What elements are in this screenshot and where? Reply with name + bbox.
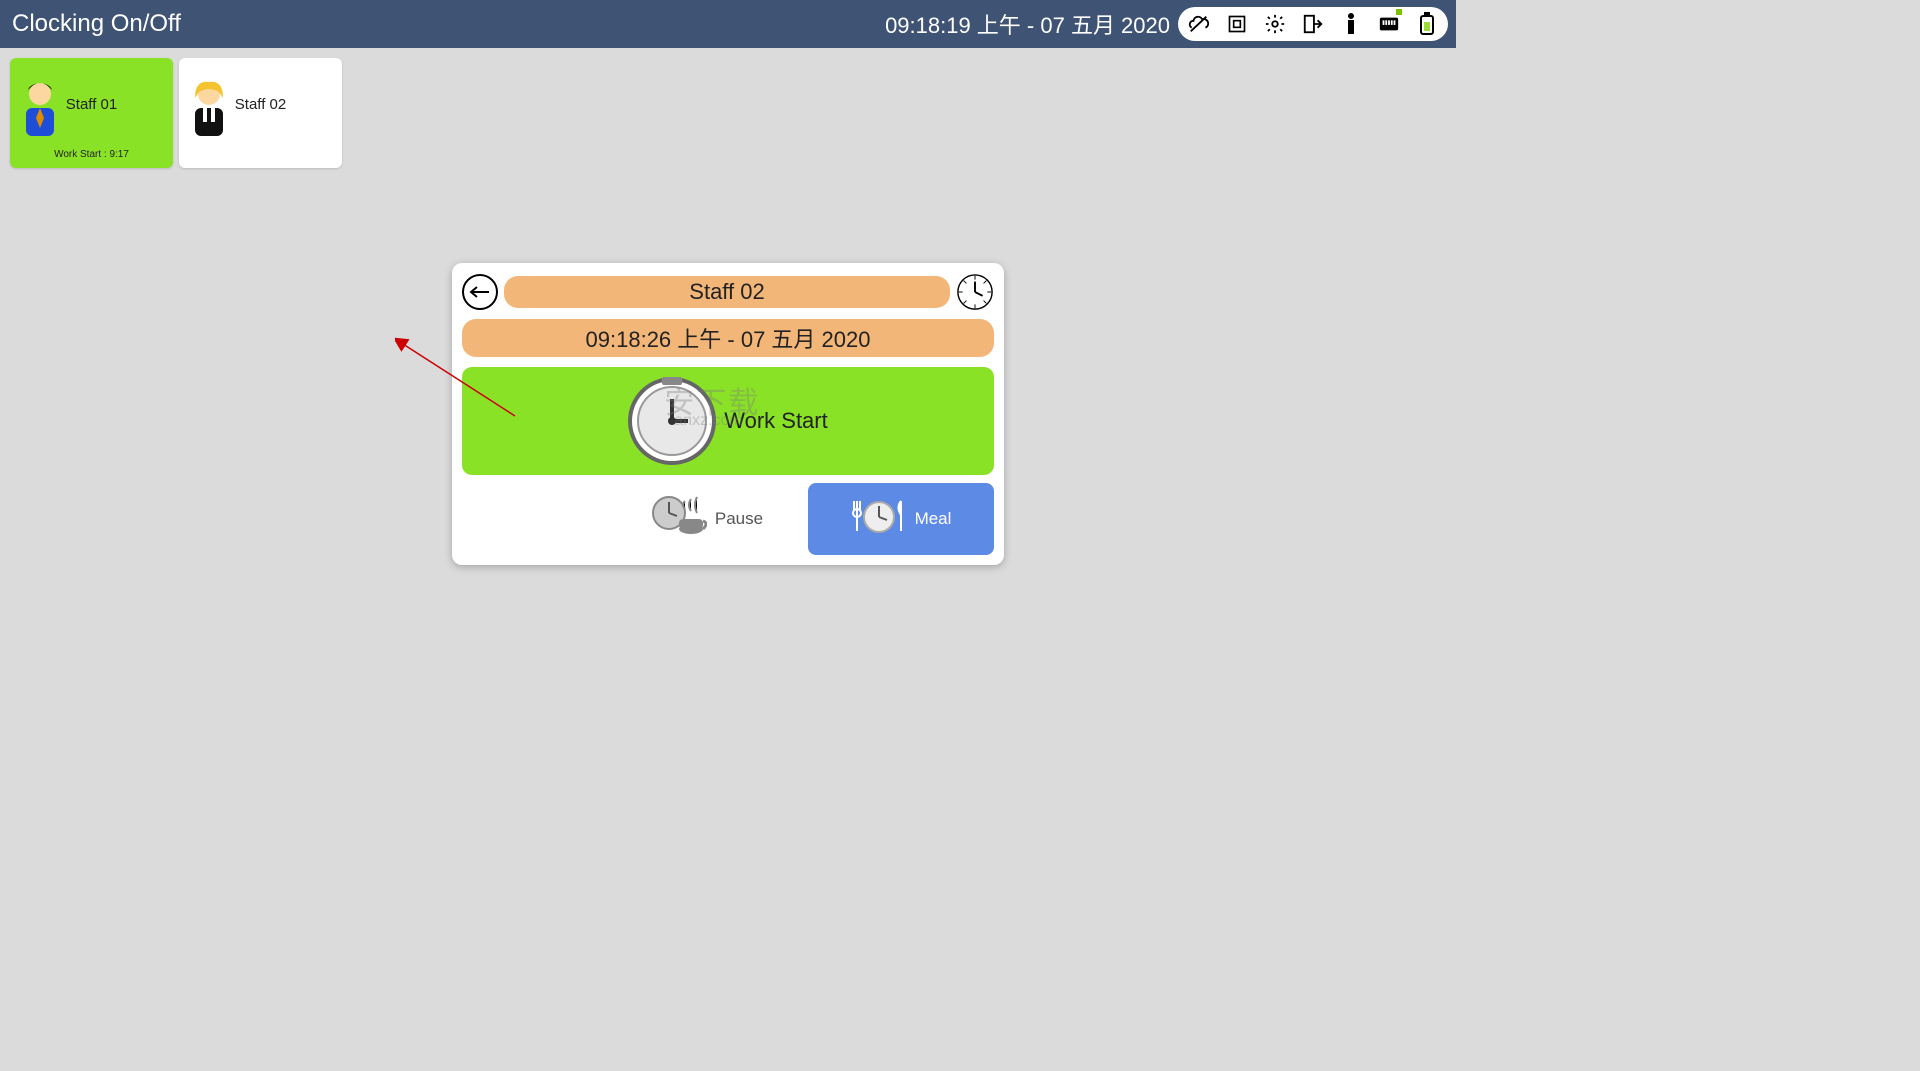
work-start-label: 安下载 anxz.com Work Start — [724, 408, 828, 434]
battery-icon[interactable] — [1416, 13, 1438, 35]
back-button[interactable] — [462, 274, 498, 310]
fullscreen-icon[interactable] — [1226, 13, 1248, 35]
pause-label: Pause — [715, 509, 763, 529]
network-icon[interactable] — [1378, 13, 1400, 35]
staff-card-02[interactable]: Staff 02 — [179, 58, 342, 168]
clock-start-icon — [628, 377, 716, 465]
clock-icon — [956, 273, 994, 311]
work-start-button[interactable]: 安下载 anxz.com Work Start — [462, 367, 994, 475]
staff-name-label: Staff 02 — [179, 96, 342, 113]
logout-icon[interactable] — [1302, 13, 1324, 35]
staff-name-label: Staff 01 — [10, 96, 173, 113]
app-header: Clocking On/Off 09:18:19 上午 - 07 五月 2020 — [0, 0, 1456, 48]
header-clock: 09:18:19 上午 - 07 五月 2020 — [885, 8, 1170, 40]
meal-label: Meal — [915, 509, 952, 529]
pause-icon — [651, 493, 707, 546]
info-icon[interactable] — [1340, 13, 1362, 35]
staff-card-01[interactable]: Staff 01 Work Start : 9:17 — [10, 58, 173, 168]
dialog-time: 09:18:26 上午 - 07 五月 2020 — [462, 319, 994, 357]
cloud-off-icon[interactable] — [1188, 13, 1210, 35]
dialog-staff-name: Staff 02 — [504, 276, 950, 308]
gear-icon[interactable] — [1264, 13, 1286, 35]
system-tray — [1178, 7, 1448, 41]
meal-icon — [851, 497, 907, 542]
pause-button[interactable]: Pause — [614, 483, 800, 555]
clocking-dialog: Staff 02 09:18:26 上午 - 07 五月 2020 — [452, 263, 1004, 565]
status-dot-icon — [1396, 9, 1402, 15]
staff-card-row: Staff 01 Work Start : 9:17 Staff 02 — [0, 48, 1456, 178]
meal-button[interactable]: Meal — [808, 483, 994, 555]
page-title: Clocking On/Off — [12, 10, 181, 38]
staff-status-label: Work Start : 9:17 — [10, 149, 173, 160]
